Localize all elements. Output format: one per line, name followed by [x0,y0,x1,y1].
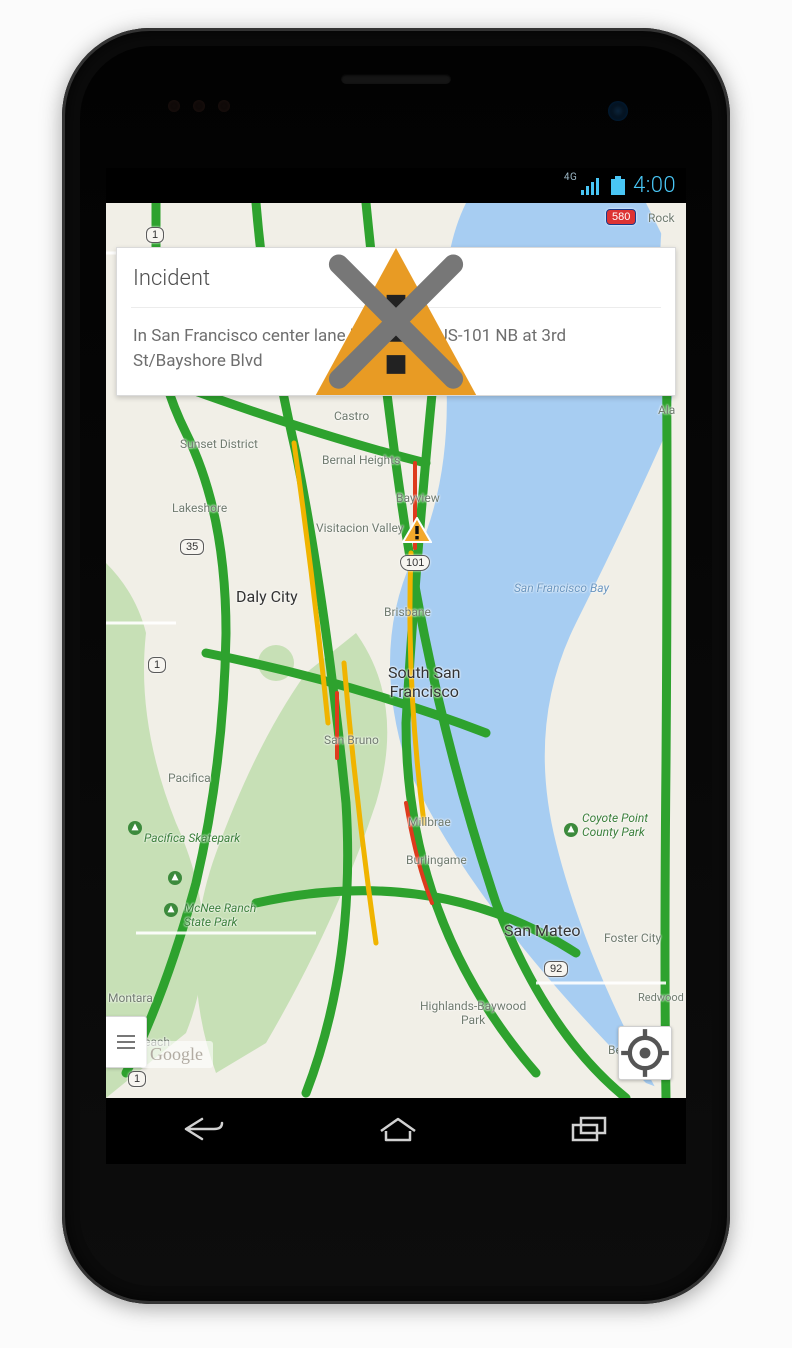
back-button[interactable] [182,1115,226,1147]
shield-1a: 1 [146,227,164,243]
label-rock: Rock [648,211,675,225]
recents-icon [570,1115,610,1143]
tree-icon [164,903,177,916]
shield-i580: 580 [606,209,636,225]
back-icon [182,1115,226,1143]
label-sanmateo: San Mateo [504,921,581,940]
label-highlands: Highlands-Baywood Park [420,999,526,1027]
label-mcnee: McNee Ranch State Park [184,901,256,929]
label-visitacion: Visitacion Valley [316,521,403,535]
shield-1b: 1 [148,657,166,673]
label-foster: Foster City [604,931,661,945]
clock: 4:00 [633,173,676,198]
shield-35: 35 [180,539,204,555]
hamburger-icon [117,1041,135,1043]
battery-icon [611,176,625,195]
status-bar: 4G 4:00 [106,168,686,203]
label-burlingame: Burlingame [406,853,467,867]
tree-icon [128,821,141,834]
home-button[interactable] [377,1115,419,1147]
sensor-dots [168,100,230,112]
label-daly: Daly City [236,587,298,606]
close-button[interactable] [651,275,659,283]
card-header: Incident [117,248,675,307]
label-ala: Ala [658,403,675,417]
label-lakeshore: Lakeshore [172,501,227,515]
label-millbrae: Millbrae [408,815,451,829]
label-castro: Castro [334,409,369,423]
front-camera [608,101,628,121]
incident-marker[interactable] [402,517,432,545]
label-pac-skate: Pacifica Skatepark [144,831,240,845]
phone-frame: 4G 4:00 [62,28,730,1304]
tree-icon [564,823,577,836]
my-location-button[interactable] [618,1026,672,1080]
recents-button[interactable] [570,1115,610,1147]
attribution: Google [140,1041,213,1068]
shield-1c: 1 [128,1071,146,1087]
label-redwood: Redwood [638,991,684,1004]
incident-card: Incident In San Francisco center lane bl… [116,247,676,396]
screen: 4G 4:00 [106,168,686,1164]
tree-icon [168,871,181,884]
close-icon [117,248,675,395]
label-sanbruno: San Bruno [324,733,379,747]
label-bayview: Bayview [396,491,440,505]
phone-speaker [341,74,451,84]
target-icon [619,1027,671,1079]
shield-92: 92 [544,961,568,977]
label-ssf: South San Francisco [388,663,461,701]
label-brisbane: Brisbane [384,605,431,619]
signal-icon [581,177,603,195]
label-coyote: Coyote Point County Park [582,811,648,839]
shield-101: 101 [400,555,430,571]
map-canvas[interactable]: 580 Sunset District Castro Bernal Height… [106,203,686,1098]
label-sunset: Sunset District [180,437,258,451]
nav-bar [106,1098,686,1164]
label-montara: Montara [108,991,153,1005]
home-icon [377,1115,419,1143]
label-pacifica: Pacifica [168,771,211,785]
network-label: 4G [564,172,577,183]
label-bernal: Bernal Heights [322,453,400,467]
label-sfbay: San Francisco Bay [514,581,609,595]
